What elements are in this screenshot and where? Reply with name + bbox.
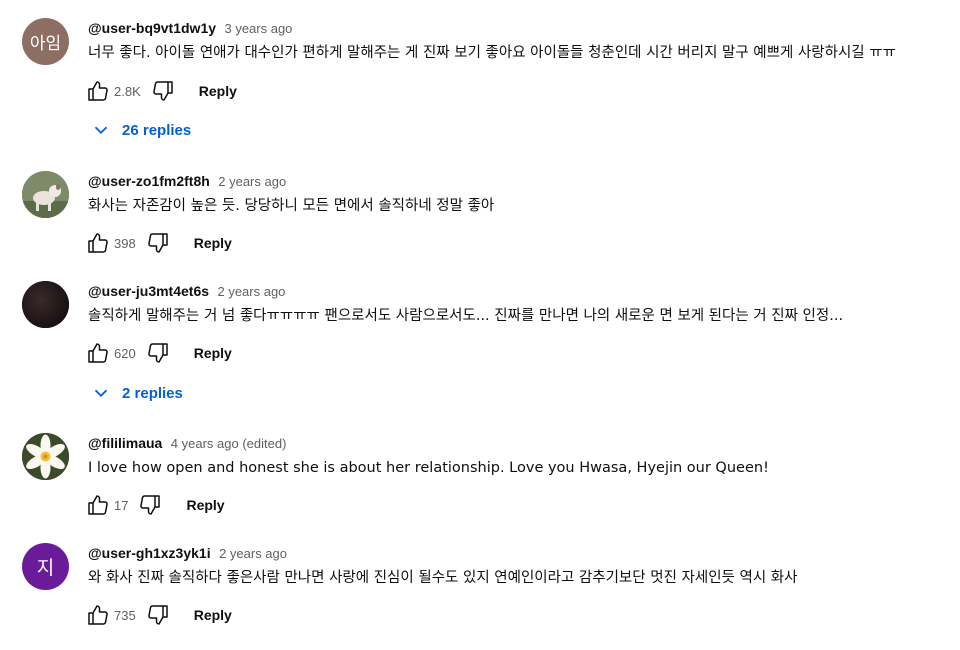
like-button[interactable] [84,229,112,257]
dislike-button[interactable] [136,491,164,519]
replies-count-label: 26 replies [122,121,192,139]
avatar[interactable]: 지 [22,543,69,590]
replies-count-label: 2 replies [122,384,183,402]
thumbs-up-icon [88,81,108,101]
chevron-down-icon [94,389,108,398]
thumbs-down-icon [147,233,168,253]
reply-button[interactable]: Reply [194,235,232,251]
comment-timestamp[interactable]: 2 years ago [218,174,286,189]
reply-button[interactable]: Reply [194,607,232,623]
like-button[interactable] [84,491,112,519]
view-replies-button[interactable]: 2 replies [90,382,183,404]
lily-flower-icon [22,433,69,480]
reply-button[interactable]: Reply [186,497,224,513]
thumbs-down-icon [152,81,173,101]
comment-author[interactable]: @user-bq9vt1dw1y [88,20,216,36]
like-count: 398 [114,235,136,251]
avatar-initials: 아임 [29,34,62,54]
reply-button[interactable]: Reply [199,83,237,99]
thumbs-down-icon [147,343,168,363]
comment-text: I love how open and honest she is about … [88,460,769,476]
comment-timestamp[interactable]: 3 years ago [224,21,292,36]
avatar[interactable]: 아임 [22,18,69,65]
comment-text: 와 화사 진짜 솔직하다 좋은사람 만나면 사랑에 진심이 될수도 있지 연예인… [88,570,798,586]
dislike-button[interactable] [144,339,172,367]
thumbs-up-icon [88,233,108,253]
comment-author[interactable]: @user-zo1fm2ft8h [88,173,210,189]
comment-text: 너무 좋다. 아이돌 연애가 대수인가 편하게 말해주는 게 진짜 보기 좋아요… [88,45,896,61]
comment-timestamp[interactable]: 4 years ago (edited) [171,436,287,451]
thumbs-up-icon [88,605,108,625]
dislike-button[interactable] [144,601,172,629]
dog-photo-icon [22,171,69,218]
comment-author[interactable]: @fililimaua [88,435,162,451]
like-button[interactable] [84,601,112,629]
comment-author[interactable]: @user-gh1xz3yk1i [88,545,211,561]
reply-button[interactable]: Reply [194,345,232,361]
like-count: 2.8K [114,83,141,99]
dislike-button[interactable] [144,229,172,257]
avatar-initials: 지 [36,557,55,579]
thumbs-down-icon [140,495,161,515]
thumbs-up-icon [88,343,108,363]
comment-text: 화사는 자존감이 높은 듯. 당당하니 모든 면에서 솔직하네 정말 좋아 [88,198,495,214]
thumbs-up-icon [88,495,108,515]
avatar[interactable] [22,281,69,328]
like-count: 735 [114,607,136,623]
like-button[interactable] [84,339,112,367]
like-count: 620 [114,345,136,361]
comment-timestamp[interactable]: 2 years ago [219,546,287,561]
comment-text: 솔직하게 말해주는 거 넘 좋다ㅠㅠㅠㅠ 팬으로서도 사람으로서도... 진짜를… [88,308,844,324]
comment-author[interactable]: @user-ju3mt4et6s [88,283,209,299]
view-replies-button[interactable]: 26 replies [90,119,191,141]
like-count: 17 [114,497,129,513]
like-button[interactable] [84,77,112,105]
avatar[interactable] [22,433,69,480]
avatar[interactable] [22,171,69,218]
comment-timestamp[interactable]: 2 years ago [217,284,285,299]
dislike-button[interactable] [149,77,177,105]
dark-photo-icon [22,281,69,328]
thumbs-down-icon [147,605,168,625]
chevron-down-icon [94,126,108,135]
